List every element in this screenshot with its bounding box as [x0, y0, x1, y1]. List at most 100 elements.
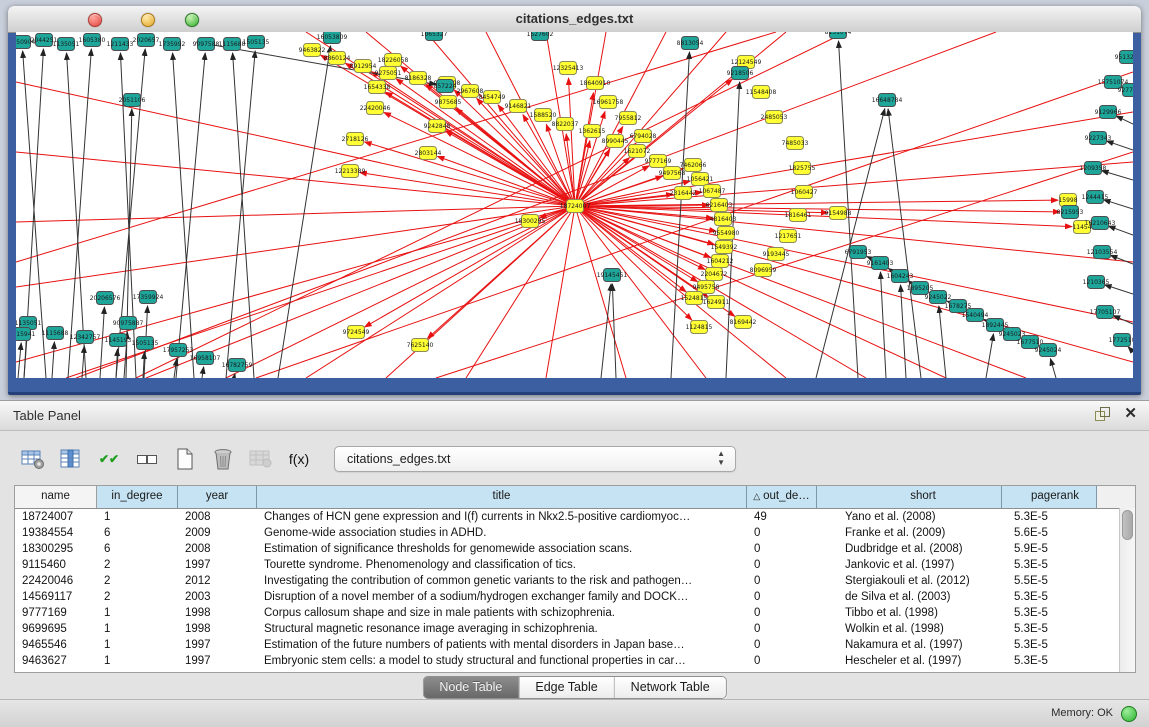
network-node-yellow[interactable]: 12325413 — [553, 62, 584, 75]
network-node-teal[interactable]: 1065327 — [421, 32, 448, 41]
network-node-yellow[interactable]: 1816461 — [785, 209, 812, 222]
select-all-columns-button[interactable]: ✔✔ — [92, 444, 126, 474]
network-graph-svg[interactable]: 1872400794638228860124891295418226058927… — [16, 32, 1133, 378]
table-row[interactable]: 946362711997Embryonic stem cells: a mode… — [15, 653, 1135, 669]
column-header-in_degree[interactable]: in_degree — [97, 486, 178, 508]
network-node-yellow[interactable]: 9554980 — [713, 227, 740, 240]
network-node-yellow[interactable]: 2718126 — [342, 133, 369, 146]
network-node-teal[interactable]: 9513274 — [1115, 51, 1133, 64]
network-node-teal[interactable]: 1527602 — [527, 32, 554, 41]
column-header-name[interactable]: name — [15, 486, 97, 508]
memory-status-label: Memory: OK — [1051, 700, 1113, 726]
network-node-yellow[interactable]: 7485033 — [782, 137, 809, 150]
table-cell: Hescheler et al. (1997) — [817, 655, 1002, 667]
network-node-teal[interactable]: 16648784 — [872, 94, 903, 107]
scrollbar-thumb[interactable] — [1122, 510, 1133, 540]
table-mode-button[interactable] — [16, 444, 50, 474]
network-node-teal[interactable]: 1505135 — [132, 337, 159, 350]
svg-text:8813054: 8813054 — [677, 40, 704, 47]
memory-status-indicator[interactable] — [1121, 706, 1137, 722]
table-row[interactable]: 1830029562008Estimation of significance … — [15, 541, 1135, 557]
network-node-yellow[interactable]: 1825755 — [789, 162, 816, 175]
function-builder-button[interactable]: f(x) — [282, 444, 316, 474]
network-node-teal[interactable]: 1605380 — [79, 34, 106, 47]
table-row[interactable]: 1456911722003Disruption of a novel membe… — [15, 589, 1135, 605]
network-node-yellow[interactable]: 8912954 — [350, 60, 377, 73]
create-column-button[interactable] — [168, 444, 202, 474]
network-node-yellow[interactable]: 9875685 — [435, 96, 462, 109]
table-row[interactable]: 1938455462009Genome-wide association stu… — [15, 525, 1135, 541]
tab-node-table[interactable]: Node Table — [423, 677, 519, 698]
network-node-yellow[interactable]: 6794028 — [630, 130, 657, 143]
network-node-teal[interactable]: 2020657 — [133, 34, 160, 47]
table-row[interactable]: 946554611997Estimation of the future num… — [15, 637, 1135, 653]
float-panel-icon[interactable] — [1094, 406, 1110, 422]
network-node-teal[interactable]: 1211433 — [107, 38, 134, 51]
network-node-teal[interactable]: 1735992 — [159, 38, 186, 51]
network-node-yellow[interactable]: 11548408 — [746, 86, 777, 99]
network-node-yellow[interactable]: 9463822 — [299, 44, 326, 57]
table-row[interactable]: 911546021997Tourette syndrome. Phenomeno… — [15, 557, 1135, 573]
table-source-select[interactable]: citations_edges.txt ▲▼ — [334, 446, 736, 472]
network-node-yellow[interactable]: 15998 — [1058, 194, 1077, 207]
table-scrollbar[interactable] — [1119, 508, 1135, 672]
column-header-title[interactable]: title — [257, 486, 747, 508]
network-node-yellow[interactable]: 1362615 — [579, 125, 606, 138]
network-node-yellow[interactable]: 9146821 — [505, 100, 532, 113]
network-node-yellow[interactable]: 8169442 — [730, 316, 757, 329]
network-node-teal[interactable]: 9097588 — [193, 38, 220, 51]
network-node-yellow[interactable]: 16961758 — [593, 96, 624, 109]
network-node-teal[interactable]: 8813054 — [677, 37, 704, 50]
column-header-out_de[interactable]: △out_de… — [747, 486, 817, 508]
network-node-yellow[interactable]: 7625140 — [407, 339, 434, 352]
deselect-all-columns-button[interactable] — [130, 444, 164, 474]
network-node-teal[interactable]: 1505135 — [243, 36, 270, 49]
network-node-teal[interactable]: 1115688 — [219, 38, 246, 51]
network-node-teal[interactable]: 8131074 — [825, 32, 852, 39]
network-node-yellow[interactable]: 2803144 — [415, 147, 442, 160]
network-node-yellow[interactable]: 1217651 — [775, 230, 802, 243]
network-node-yellow[interactable]: 8822037 — [552, 118, 579, 131]
network-node-yellow[interactable]: 1588520 — [530, 109, 557, 122]
svg-text:1209358: 1209358 — [1080, 165, 1107, 172]
network-node-teal[interactable]: 1210365 — [1083, 276, 1110, 289]
network-node-yellow[interactable]: 1604212 — [707, 255, 734, 268]
network-node-yellow[interactable]: 1549392 — [711, 241, 738, 254]
network-node-teal[interactable]: 9227343 — [1085, 132, 1112, 145]
network-node-teal[interactable]: 1772510 — [1109, 334, 1133, 347]
network-node-teal[interactable]: 17359924 — [133, 291, 164, 304]
network-node-teal[interactable]: 1244415 — [1082, 191, 1109, 204]
network-node-teal[interactable]: 12342757 — [70, 331, 101, 344]
table-row[interactable]: 969969511998Structural magnetic resonanc… — [15, 621, 1135, 637]
network-node-teal[interactable]: 19145451 — [597, 269, 628, 282]
network-window-titlebar[interactable]: citations_edges.txt — [8, 6, 1141, 33]
tab-edge-table[interactable]: Edge Table — [519, 677, 614, 698]
network-node-yellow[interactable]: 12213389 — [335, 165, 366, 178]
network-node-teal[interactable]: 16958107 — [190, 352, 221, 365]
column-header-pagerank[interactable]: pagerank — [1002, 486, 1097, 508]
table-header-row: namein_degreeyeartitle△out_de…shortpager… — [15, 486, 1135, 509]
network-node-teal[interactable]: 20206576 — [90, 292, 121, 305]
table-row[interactable]: 1872400712008Changes of HCN gene express… — [15, 509, 1135, 525]
show-columns-button[interactable] — [54, 444, 88, 474]
network-node-yellow[interactable]: 18226058 — [378, 54, 409, 67]
network-node-yellow[interactable]: 2316442 — [670, 187, 697, 200]
network-node-teal[interactable]: 1209358 — [1080, 162, 1107, 175]
network-node-teal[interactable]: 1115688 — [42, 327, 69, 340]
delete-columns-button[interactable] — [206, 444, 240, 474]
network-node-yellow[interactable]: 9724549 — [343, 326, 370, 339]
column-header-short[interactable]: short — [817, 486, 1002, 508]
tab-network-table[interactable]: Network Table — [615, 677, 726, 698]
table-row[interactable]: 2242004622012Investigating the contribut… — [15, 573, 1135, 589]
network-node-teal[interactable]: 857224 — [434, 80, 457, 93]
network-node-yellow[interactable]: 8990445 — [602, 135, 629, 148]
network-node-yellow[interactable]: 22420046 — [360, 102, 391, 115]
table-row[interactable]: 977716911998Corpus callosum shape and si… — [15, 605, 1135, 621]
network-node-teal[interactable]: 8215953 — [1057, 206, 1084, 219]
network-node-yellow[interactable]: 1124815 — [686, 321, 713, 334]
network-node-yellow[interactable]: 18640910 — [580, 77, 611, 90]
network-canvas[interactable]: 1872400794638228860124891295418226058927… — [16, 32, 1133, 378]
close-panel-icon[interactable]: ✕ — [1124, 406, 1137, 422]
network-node-yellow[interactable]: 4816403 — [710, 213, 737, 226]
column-header-year[interactable]: year — [178, 486, 257, 508]
